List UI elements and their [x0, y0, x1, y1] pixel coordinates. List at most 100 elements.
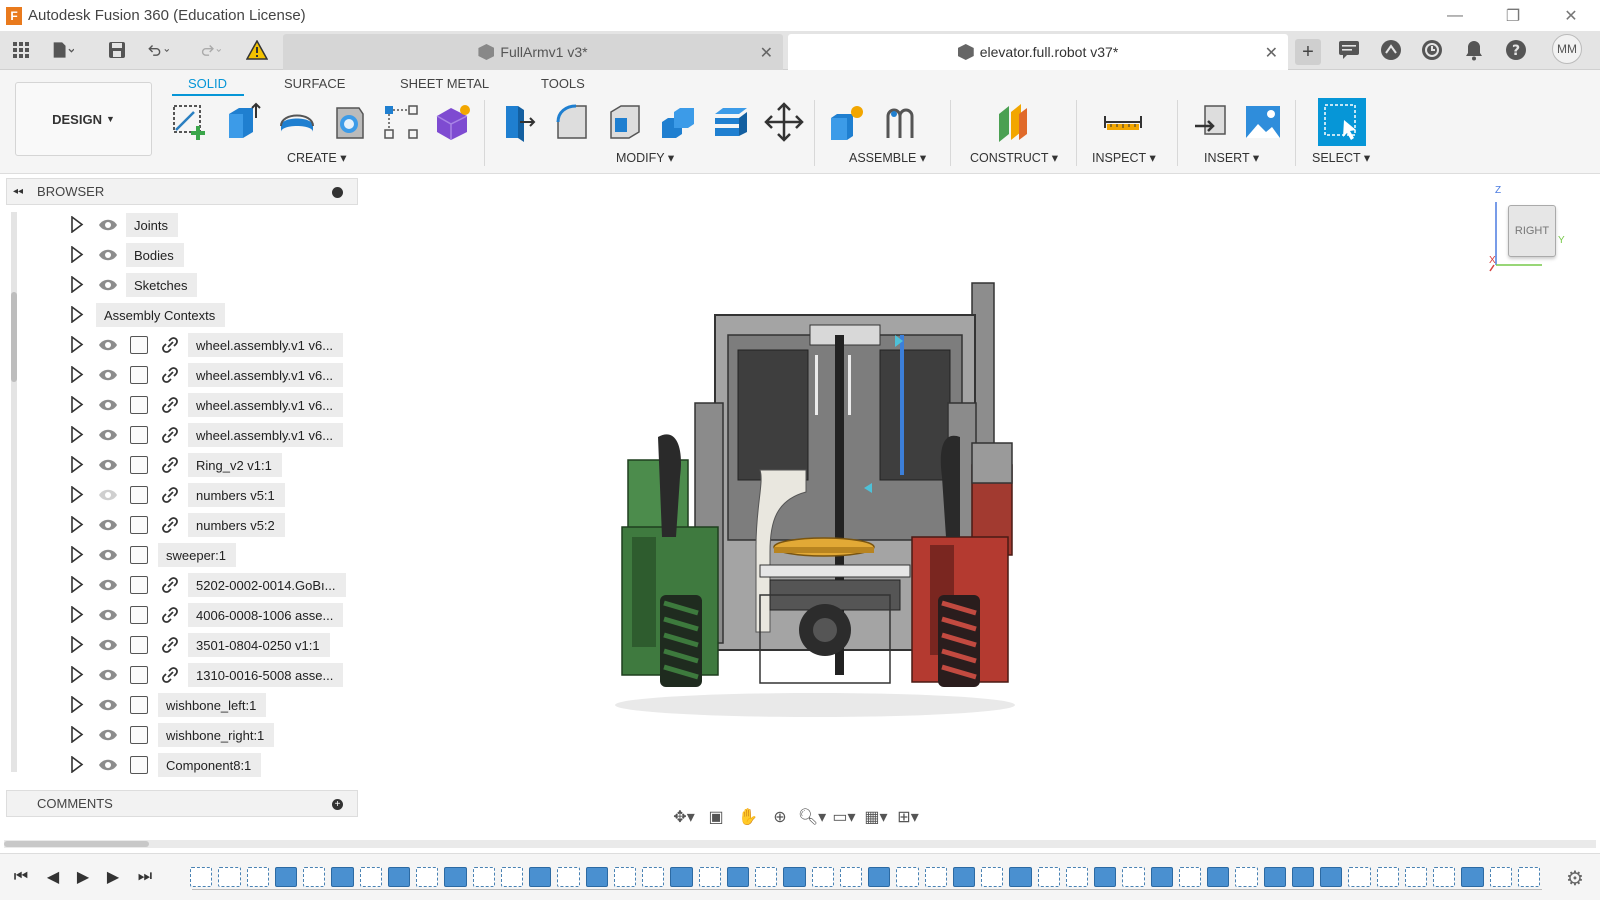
close-tab-icon[interactable]: ✕: [760, 43, 773, 63]
timeline-feature-icon[interactable]: [1235, 867, 1258, 887]
timeline-feature-icon[interactable]: [924, 867, 947, 887]
inspect-menu[interactable]: INSPECT ▾: [1092, 150, 1156, 165]
undo-icon[interactable]: [148, 39, 170, 61]
expand-arrow-icon[interactable]: [70, 336, 84, 353]
visibility-icon[interactable]: [98, 458, 118, 472]
tab-elevator-robot[interactable]: elevator.full.robot v37* ✕: [788, 34, 1288, 70]
add-comment-icon[interactable]: +: [332, 799, 343, 810]
job-status-icon[interactable]: [1421, 39, 1443, 61]
expand-arrow-icon[interactable]: [70, 576, 84, 593]
rectangular-pattern-icon[interactable]: [381, 102, 421, 142]
warning-icon[interactable]: [246, 39, 268, 61]
visibility-icon[interactable]: [98, 668, 118, 682]
visibility-icon[interactable]: [98, 368, 118, 382]
restore-button[interactable]: ❐: [1484, 0, 1542, 31]
expand-arrow-icon[interactable]: [70, 606, 84, 623]
timeline-feature-icon[interactable]: [416, 867, 439, 887]
expand-arrow-icon[interactable]: [70, 516, 84, 533]
visibility-icon[interactable]: [98, 578, 118, 592]
notifications-icon[interactable]: [1463, 39, 1485, 61]
visibility-icon[interactable]: [98, 638, 118, 652]
timeline-feature-icon[interactable]: [1348, 867, 1371, 887]
timeline-feature-icon[interactable]: [1461, 867, 1484, 887]
expand-arrow-icon[interactable]: [70, 756, 84, 773]
offset-plane-icon[interactable]: [993, 102, 1033, 142]
browser-header[interactable]: ◂◂ BROWSER: [6, 178, 358, 205]
insert-menu[interactable]: INSERT ▾: [1204, 150, 1259, 165]
grid-settings-icon[interactable]: ▦▾: [860, 806, 892, 828]
help-icon[interactable]: ?: [1505, 39, 1527, 61]
combine-icon[interactable]: [658, 102, 698, 142]
browser-item[interactable]: wheel.assembly.v1 v6...: [0, 330, 360, 360]
browser-item[interactable]: Component8:1: [0, 750, 360, 780]
expand-arrow-icon[interactable]: [70, 396, 84, 413]
new-component-icon[interactable]: [827, 102, 867, 142]
assemble-menu[interactable]: ASSEMBLE ▾: [849, 150, 926, 165]
close-window-button[interactable]: ✕: [1542, 0, 1600, 31]
browser-item[interactable]: 1310-0016-5008 asse...: [0, 660, 360, 690]
look-at-icon[interactable]: ▣: [700, 806, 732, 828]
fit-icon[interactable]: 🔍︎▾: [796, 806, 828, 828]
timeline-feature-icon[interactable]: [1094, 867, 1117, 887]
timeline-feature-icon[interactable]: [585, 867, 608, 887]
play-icon[interactable]: ▶: [72, 866, 94, 888]
orbit-icon[interactable]: ✥▾: [668, 806, 700, 828]
timeline-feature-icon[interactable]: [981, 867, 1004, 887]
browser-item[interactable]: numbers v5:2: [0, 510, 360, 540]
minimize-panel-icon[interactable]: [332, 187, 343, 198]
expand-arrow-icon[interactable]: [70, 276, 84, 293]
timeline-feature-icon[interactable]: [1517, 867, 1540, 887]
press-pull-icon[interactable]: [498, 102, 538, 142]
gear-icon[interactable]: ⚙: [1566, 866, 1584, 891]
browser-item[interactable]: sweeper:1: [0, 540, 360, 570]
file-icon[interactable]: [52, 39, 74, 61]
tab-sheet-metal[interactable]: SHEET METAL: [400, 76, 489, 91]
workspace-switcher[interactable]: DESIGN ▼: [15, 82, 152, 156]
timeline-feature-icon[interactable]: [755, 867, 778, 887]
timeline-feature-icon[interactable]: [670, 867, 693, 887]
timeline-feature-icon[interactable]: [190, 867, 213, 887]
close-tab-icon[interactable]: ✕: [1265, 43, 1278, 63]
move-icon[interactable]: [764, 102, 804, 142]
step-back-icon[interactable]: ◀: [42, 866, 64, 888]
visibility-icon[interactable]: [98, 548, 118, 562]
create-menu[interactable]: CREATE ▾: [287, 150, 347, 165]
timeline-feature-icon[interactable]: [1207, 867, 1230, 887]
timeline-feature-icon[interactable]: [1037, 867, 1060, 887]
browser-item[interactable]: numbers v5:1: [0, 480, 360, 510]
timeline-feature-icon[interactable]: [896, 867, 919, 887]
extrude-icon[interactable]: [223, 102, 263, 142]
select-icon[interactable]: [1318, 98, 1366, 146]
browser-item[interactable]: Ring_v2 v1:1: [0, 450, 360, 480]
new-tab-button[interactable]: +: [1295, 39, 1321, 65]
tab-surface[interactable]: SURFACE: [284, 76, 345, 91]
tab-solid[interactable]: SOLID: [188, 76, 227, 91]
grid-icon[interactable]: [10, 39, 32, 61]
create-form-icon[interactable]: [433, 102, 473, 142]
timeline-feature-icon[interactable]: [811, 867, 834, 887]
timeline-feature-icon[interactable]: [1489, 867, 1512, 887]
view-cube-face[interactable]: RIGHT: [1508, 205, 1556, 257]
visibility-icon[interactable]: [98, 758, 118, 772]
chat-icon[interactable]: [1338, 39, 1360, 61]
fillet-icon[interactable]: [552, 102, 592, 142]
minimize-button[interactable]: —: [1426, 0, 1484, 31]
split-body-icon[interactable]: [711, 102, 751, 142]
modify-menu[interactable]: MODIFY ▾: [616, 150, 674, 165]
expand-arrow-icon[interactable]: [70, 306, 84, 323]
collapse-panel-icon[interactable]: ◂◂: [13, 186, 23, 197]
tab-tools[interactable]: TOOLS: [541, 76, 585, 91]
browser-item[interactable]: Bodies: [0, 240, 360, 270]
save-icon[interactable]: [106, 39, 128, 61]
timeline-feature-icon[interactable]: [952, 867, 975, 887]
browser-item[interactable]: wheel.assembly.v1 v6...: [0, 360, 360, 390]
timeline-feature-icon[interactable]: [1150, 867, 1173, 887]
timeline-feature-icon[interactable]: [274, 867, 297, 887]
expand-arrow-icon[interactable]: [70, 546, 84, 563]
timeline-feature-icon[interactable]: [1122, 867, 1145, 887]
timeline-feature-icon[interactable]: [613, 867, 636, 887]
tab-fullarm[interactable]: FullArmv1 v3* ✕: [283, 34, 783, 70]
timeline-feature-icon[interactable]: [444, 867, 467, 887]
expand-arrow-icon[interactable]: [70, 426, 84, 443]
timeline-feature-icon[interactable]: [472, 867, 495, 887]
